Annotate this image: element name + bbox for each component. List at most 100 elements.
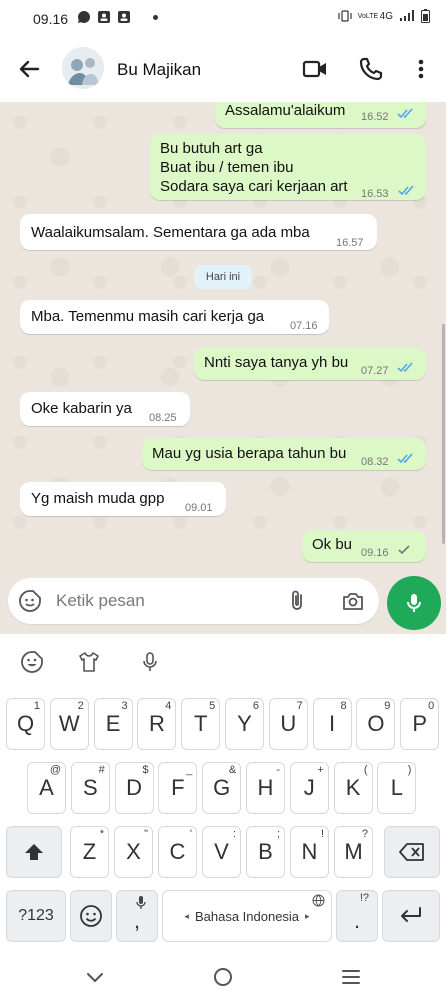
key-superscript: 9 bbox=[384, 700, 391, 712]
key-t[interactable]: 5T bbox=[181, 698, 221, 750]
nav-recents-icon[interactable] bbox=[340, 966, 362, 988]
key-superscript: & bbox=[228, 764, 237, 776]
microphone-icon bbox=[407, 594, 421, 612]
shift-arrow-icon bbox=[25, 844, 43, 860]
smiley-icon bbox=[80, 905, 102, 927]
key-u[interactable]: 7U bbox=[268, 698, 308, 750]
key-z[interactable]: * Z bbox=[70, 826, 109, 878]
key-x[interactable]: " X bbox=[114, 826, 153, 878]
message-time: 16.57 bbox=[336, 237, 364, 249]
tshirt-theme-icon[interactable] bbox=[77, 650, 101, 674]
key-m[interactable]: ? M bbox=[334, 826, 373, 878]
attach-paperclip-icon[interactable] bbox=[285, 589, 309, 613]
signal-icon bbox=[400, 10, 414, 21]
key-o[interactable]: 9O bbox=[356, 698, 396, 750]
message-list[interactable]: Assalamu'alaikum 16.52 Bu butuh art ga B… bbox=[0, 102, 446, 580]
message-bubble-outgoing[interactable]: Assalamu'alaikum 16.52 bbox=[215, 102, 426, 128]
key-label: X bbox=[126, 839, 141, 864]
key-label: K bbox=[345, 775, 361, 800]
key-p[interactable]: 0P bbox=[400, 698, 440, 750]
key-label: Y bbox=[237, 711, 252, 736]
message-bubble-incoming[interactable]: Yg maish muda gpp 09.01 bbox=[20, 482, 226, 516]
symbols-key[interactable]: ?123 bbox=[6, 890, 66, 942]
key-y[interactable]: 6Y bbox=[225, 698, 264, 750]
contact-name[interactable]: Bu Majikan bbox=[117, 60, 201, 80]
message-bubble-outgoing[interactable]: Ok bu 09.16 bbox=[302, 530, 426, 562]
key-k[interactable]: (K bbox=[333, 762, 373, 814]
key-a[interactable]: @ A bbox=[27, 762, 66, 814]
key-label: P bbox=[412, 711, 428, 736]
key-superscript: 2 bbox=[77, 700, 84, 712]
key-i[interactable]: 8I bbox=[312, 698, 352, 750]
key-w[interactable]: 2W bbox=[49, 698, 89, 750]
read-ticks-icon bbox=[397, 453, 413, 464]
key-superscript: 5 bbox=[209, 700, 216, 712]
key-superscript: ) bbox=[407, 764, 412, 776]
key-superscript: 1 bbox=[33, 700, 40, 712]
key-c[interactable]: ' C bbox=[158, 826, 197, 878]
key-label: N bbox=[301, 839, 318, 864]
key-label: C bbox=[169, 839, 186, 864]
nav-down-chevron-icon[interactable] bbox=[84, 966, 106, 988]
key-v[interactable]: :V bbox=[202, 826, 241, 878]
key-superscript: + bbox=[317, 764, 324, 776]
key-label: A bbox=[39, 775, 54, 800]
read-ticks-icon bbox=[398, 185, 414, 196]
voice-input-icon[interactable] bbox=[138, 650, 162, 674]
voice-record-button[interactable] bbox=[387, 576, 441, 630]
key-superscript: 4 bbox=[165, 700, 172, 712]
key-label: O bbox=[367, 711, 385, 736]
emoji-key[interactable] bbox=[70, 890, 112, 942]
back-arrow-icon[interactable] bbox=[16, 56, 42, 82]
backspace-key[interactable] bbox=[384, 826, 440, 878]
key-b[interactable]: ; B bbox=[246, 826, 285, 878]
message-bubble-incoming[interactable]: Oke kabarin ya 08.25 bbox=[20, 392, 190, 426]
space-bar-label: Bahasa Indonesia bbox=[194, 908, 300, 924]
avatar[interactable] bbox=[62, 47, 104, 89]
phone-icon[interactable] bbox=[358, 56, 384, 82]
more-vert-icon[interactable] bbox=[408, 56, 434, 82]
message-text: Ok bu bbox=[312, 536, 353, 553]
enter-key[interactable] bbox=[382, 890, 440, 942]
backspace-icon bbox=[399, 843, 424, 861]
key-d[interactable]: $ D bbox=[114, 762, 154, 814]
message-text: Nnti saya tanya yh bu bbox=[204, 354, 349, 371]
key-e[interactable]: 3E bbox=[93, 698, 133, 750]
nav-home-icon[interactable] bbox=[212, 966, 234, 988]
period-key[interactable]: !? . bbox=[336, 890, 378, 942]
key-h[interactable]: -H bbox=[246, 762, 285, 814]
camera-icon[interactable] bbox=[341, 589, 365, 613]
message-bubble-outgoing[interactable]: Nnti saya tanya yh bu 07.27 bbox=[194, 348, 426, 380]
chat-header: Bu Majikan bbox=[0, 36, 446, 102]
key-q[interactable]: 1Q bbox=[6, 698, 45, 750]
key-label: D bbox=[126, 775, 143, 800]
key-superscript: _ bbox=[186, 764, 193, 776]
message-bubble-incoming[interactable]: Mba. Temenmu masih cari kerja ga 07.16 bbox=[20, 300, 329, 334]
space-bar[interactable]: ◂ Bahasa Indonesia ▸ bbox=[162, 890, 332, 942]
sticker-emoji-icon[interactable] bbox=[18, 589, 42, 613]
message-time: 08.32 bbox=[361, 456, 389, 468]
space-right-arrow-icon: ▸ bbox=[305, 910, 310, 921]
key-superscript: ? bbox=[361, 828, 368, 840]
key-s[interactable]: # S bbox=[70, 762, 110, 814]
emoji-icon[interactable] bbox=[20, 650, 44, 674]
message-bubble-outgoing[interactable]: Mau yg usia berapa tahun bu 08.32 bbox=[142, 438, 426, 470]
key-label: I bbox=[329, 711, 336, 736]
key-j[interactable]: + J bbox=[289, 762, 329, 814]
key-l[interactable]: ) L bbox=[377, 762, 417, 814]
date-divider: Hari ini bbox=[194, 265, 252, 289]
video-call-icon[interactable] bbox=[302, 56, 328, 82]
message-input[interactable]: Ketik pesan bbox=[8, 578, 379, 624]
shift-key[interactable] bbox=[6, 826, 62, 878]
key-g[interactable]: & G bbox=[202, 762, 242, 814]
key-superscript: ' bbox=[189, 828, 192, 840]
comma-key[interactable]: , bbox=[116, 890, 158, 942]
status-time: 09.16 bbox=[33, 11, 69, 27]
message-bubble-outgoing[interactable]: Bu butuh art ga Buat ibu / temen ibu Sod… bbox=[150, 134, 426, 200]
key-r[interactable]: 4R bbox=[137, 698, 177, 750]
key-f[interactable]: _ F bbox=[158, 762, 198, 814]
period-key-superscript: !? bbox=[359, 892, 369, 904]
scrollbar[interactable] bbox=[442, 324, 445, 544]
message-bubble-incoming[interactable]: Waalaikumsalam. Sementara ga ada mba 16.… bbox=[20, 214, 377, 250]
key-n[interactable]: ! N bbox=[290, 826, 329, 878]
